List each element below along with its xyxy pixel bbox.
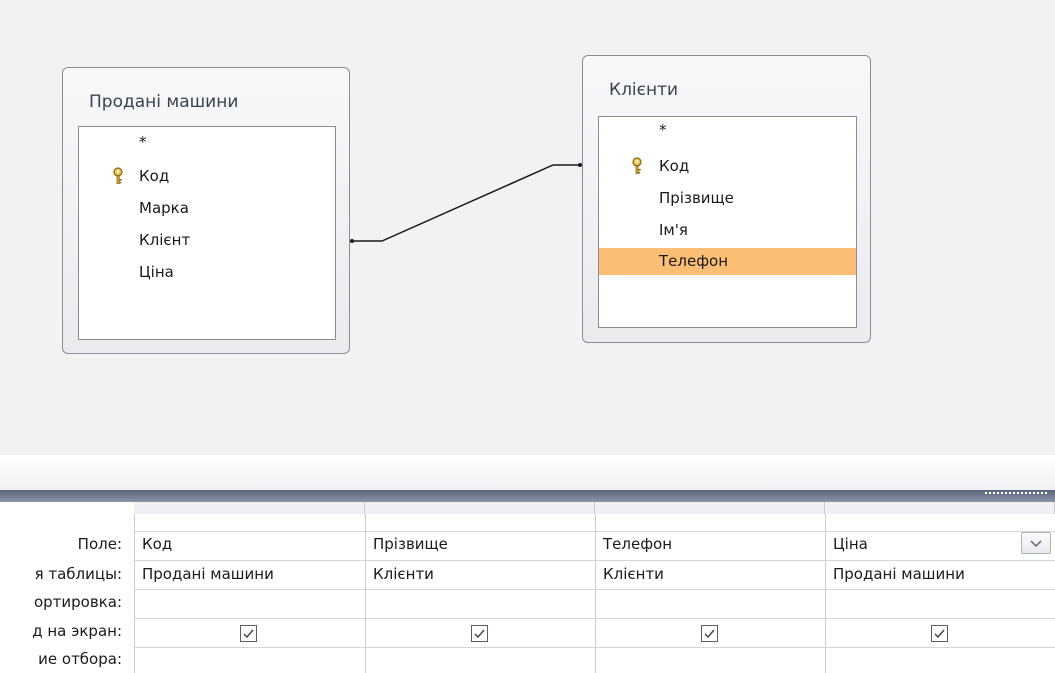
relationship-line[interactable] <box>0 0 1055 455</box>
row-divider <box>134 531 1055 532</box>
splitter-grip[interactable] <box>985 492 1047 498</box>
row-divider <box>134 560 1055 561</box>
show-checkbox[interactable] <box>240 625 257 642</box>
pane-splitter[interactable] <box>0 455 1055 490</box>
cell-table[interactable]: Клієнти <box>373 565 434 583</box>
chevron-down-icon <box>1030 540 1042 547</box>
query-design-grid[interactable]: Поле: я таблицы: ортировка: д на экран: … <box>0 502 1055 673</box>
checkmark-icon <box>474 629 485 639</box>
show-checkbox[interactable] <box>471 625 488 642</box>
cell-table[interactable]: Продані машини <box>142 565 274 583</box>
cell-field[interactable]: Ціна <box>833 535 868 553</box>
row-divider <box>134 618 1055 619</box>
row-divider <box>134 589 1055 590</box>
cell-field[interactable]: Телефон <box>603 535 672 553</box>
column-separator <box>134 514 135 673</box>
checkmark-icon <box>243 629 254 639</box>
show-checkbox[interactable] <box>701 625 718 642</box>
cell-table[interactable]: Клієнти <box>603 565 664 583</box>
row-divider <box>134 647 1055 648</box>
column-selector[interactable] <box>825 502 1055 514</box>
row-label-sort: ортировка: <box>33 593 122 611</box>
grid-header-bar <box>0 490 1055 502</box>
cell-field[interactable]: Код <box>142 535 172 553</box>
query-design-pane: Продані машини * Код Марка Клієнт Ціна К… <box>0 0 1055 455</box>
cell-table[interactable]: Продані машини <box>833 565 965 583</box>
row-label-table: я таблицы: <box>34 565 122 583</box>
row-label-field: Поле: <box>77 535 122 553</box>
show-checkbox[interactable] <box>931 625 948 642</box>
column-selector[interactable] <box>595 502 825 514</box>
column-selector[interactable] <box>134 502 365 514</box>
field-dropdown-button[interactable] <box>1021 532 1051 554</box>
column-separator <box>825 514 826 673</box>
column-separator <box>365 514 366 673</box>
cell-field[interactable]: Прізвище <box>373 535 448 553</box>
column-selector[interactable] <box>365 502 595 514</box>
row-label-show: д на экран: <box>32 622 122 640</box>
checkmark-icon <box>934 629 945 639</box>
row-label-criteria: ие отбора: <box>38 650 122 668</box>
column-separator <box>595 514 596 673</box>
checkmark-icon <box>704 629 715 639</box>
